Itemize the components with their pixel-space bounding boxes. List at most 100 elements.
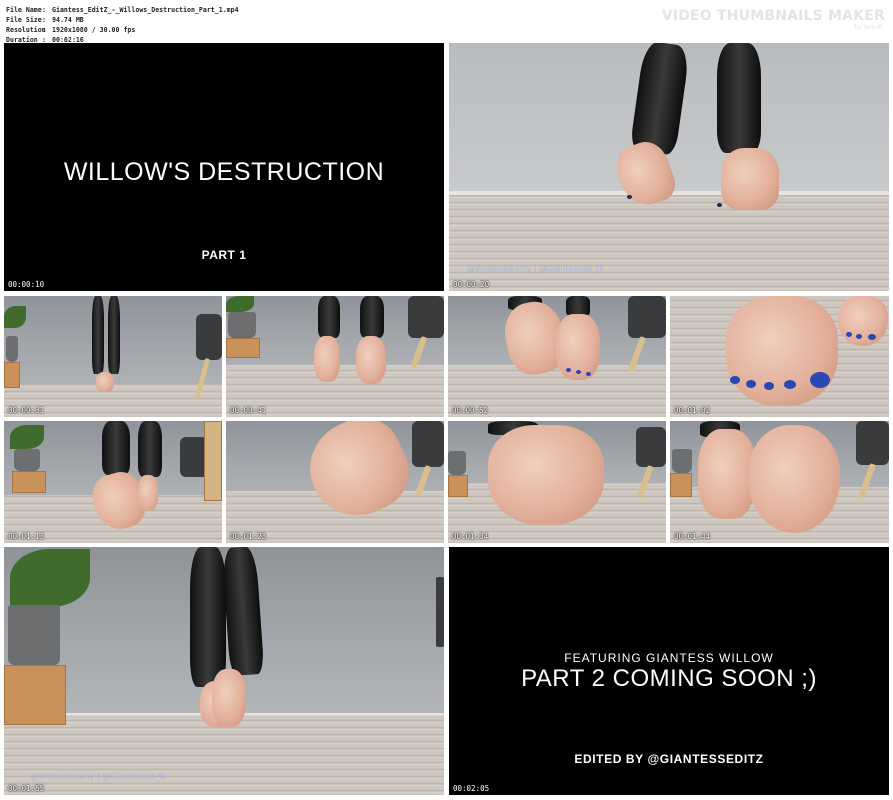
plant-leaves — [4, 306, 26, 328]
file-size-label: File Size — [6, 16, 42, 24]
wooden-box — [448, 475, 468, 497]
heel-right — [748, 425, 840, 533]
intro-title: WILLOW'S DESTRUCTION — [63, 158, 385, 186]
leg-right — [566, 296, 590, 316]
plant-pot — [228, 312, 256, 338]
thumbnail-intro-card[interactable]: WILLOW'S DESTRUCTION PART 1 00:00:10 — [4, 43, 444, 291]
leg-right — [108, 296, 120, 374]
timestamp: 00:00:31 — [8, 406, 45, 415]
big-toenail — [810, 372, 830, 388]
thumbnail-frame[interactable]: @Willowdreamy | @Giantessed_tz 00:00:20 — [449, 43, 889, 291]
leg-left — [318, 296, 340, 338]
plant-pot — [6, 336, 18, 362]
thumbnail-outro-card[interactable]: FEATURING GIANTESS WILLOW PART 2 COMING … — [449, 547, 889, 795]
toenail — [627, 195, 632, 199]
toenail — [746, 380, 756, 388]
stool — [412, 421, 444, 467]
timestamp: 00:01:13 — [8, 532, 45, 541]
leg-right — [360, 296, 384, 338]
file-name-value: Giantess_EditZ_-_Willows_Destruction_Par… — [52, 6, 239, 14]
video-watermark: @Willowdreamy | @Giantessed_tz — [467, 264, 604, 273]
plant-pot — [448, 451, 466, 475]
thumbnail-frame[interactable]: 00:00:31 — [4, 296, 222, 417]
timestamp: 00:00:10 — [8, 280, 45, 289]
toenail — [730, 376, 740, 384]
resolution-value: 1920x1080 / 30.00 fps — [52, 26, 136, 34]
stool — [196, 314, 222, 360]
file-size-value: 94.74 MB — [52, 16, 84, 24]
thumbnail-frame[interactable]: 00:00:52 — [448, 296, 666, 417]
stool — [436, 577, 444, 647]
toenail — [846, 332, 852, 337]
file-info: File Name : Giantess_EditZ_-_Willows_Des… — [6, 5, 239, 45]
file-name-row: File Name : Giantess_EditZ_-_Willows_Des… — [6, 5, 239, 15]
timestamp: 00:02:05 — [453, 784, 490, 793]
toenail — [856, 334, 862, 339]
stool — [636, 427, 666, 467]
plant-pot — [14, 449, 40, 471]
file-name-label: File Name — [6, 6, 42, 14]
leg-left — [92, 296, 104, 374]
thumbnail-frame[interactable]: 00:01:02 — [670, 296, 889, 417]
timestamp: 00:00:41 — [230, 406, 267, 415]
stool — [856, 421, 889, 465]
separator: : — [42, 26, 46, 34]
thumbnail-frame[interactable]: 00:01:13 — [4, 421, 222, 543]
thumbnail-frame[interactable]: 00:01:34 — [448, 421, 666, 543]
leg-right — [138, 421, 162, 477]
video-watermark: @Willowdreamy | @Giantessed_tz — [30, 772, 167, 781]
outro-main: PART 2 COMING SOON ;) — [521, 665, 817, 692]
foot-right — [212, 669, 246, 727]
wooden-box — [4, 362, 20, 388]
stool — [408, 296, 444, 338]
plant-leaves — [226, 296, 254, 312]
plant-pot — [672, 449, 692, 473]
leg-left — [190, 547, 226, 687]
stool — [628, 296, 666, 338]
foot-closeup — [726, 296, 838, 406]
wooden-cabinet — [204, 421, 222, 501]
plant-pot — [8, 605, 60, 665]
wooden-box — [4, 665, 66, 725]
separator: : — [42, 16, 46, 24]
leg-left — [102, 421, 130, 475]
timestamp: 00:01:23 — [230, 532, 267, 541]
toenail — [868, 334, 876, 340]
foot-left — [314, 336, 340, 382]
toenail — [576, 370, 581, 374]
wooden-box — [12, 471, 46, 493]
file-size-row: File Size : 94.74 MB — [6, 15, 239, 25]
brand-title: VIDEO THUMBNAILS MAKER — [661, 8, 885, 24]
wooden-box — [670, 473, 692, 497]
timestamp: 00:01:55 — [8, 784, 45, 793]
brand-subtitle: by Iwisoft — [854, 24, 883, 31]
plant-leaves — [10, 425, 44, 449]
timestamp: 00:00:20 — [453, 280, 490, 289]
feet — [96, 372, 114, 392]
resolution-label: Resolution — [6, 26, 46, 34]
foot-right — [138, 475, 158, 511]
timestamp: 00:00:52 — [452, 406, 489, 415]
timestamp: 00:01:44 — [674, 532, 711, 541]
timestamp: 00:01:02 — [674, 406, 711, 415]
foot-right — [721, 148, 779, 210]
thumbnail-frame[interactable]: 00:01:44 — [670, 421, 889, 543]
timestamp: 00:01:34 — [452, 532, 489, 541]
toenail — [586, 372, 591, 376]
other-foot — [838, 296, 888, 346]
thumbnail-frame[interactable]: 00:01:23 — [226, 421, 444, 543]
outro-editor: EDITED BY @GIANTESSEDITZ — [574, 752, 764, 766]
foot-sole — [488, 425, 604, 525]
plant-leaves — [10, 549, 90, 607]
thumbnail-frame[interactable]: 00:00:41 — [226, 296, 444, 417]
wooden-box — [226, 338, 260, 358]
foot-right — [356, 336, 386, 384]
wooden-floor — [449, 195, 889, 291]
intro-part: PART 1 — [201, 248, 247, 262]
thumbnail-frame[interactable]: @Willowdreamy | @Giantessed_tz 00:01:55 — [4, 547, 444, 795]
toenail — [764, 382, 774, 390]
toenail — [566, 368, 571, 372]
toenail — [717, 203, 722, 207]
resolution-row: Resolution : 1920x1080 / 30.00 fps — [6, 25, 239, 35]
toenail — [784, 380, 796, 389]
